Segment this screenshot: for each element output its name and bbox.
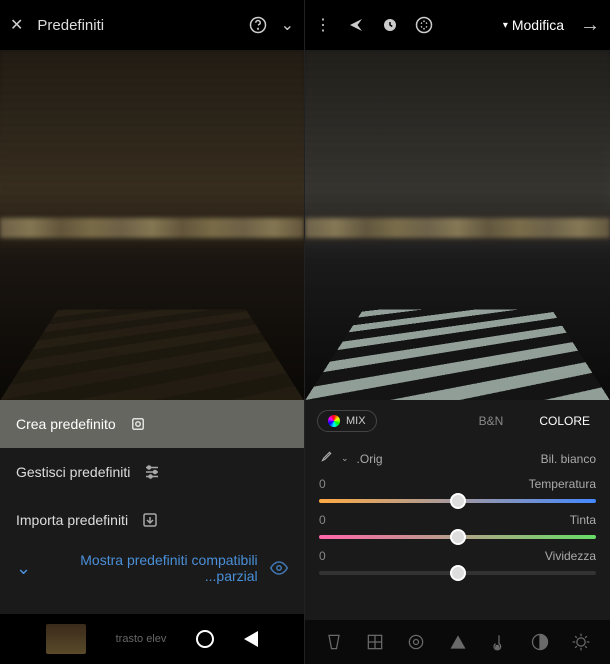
- edit-panel: → Modifica ▾ ⋮ COLORE B&N MIX Bil. b: [305, 0, 610, 664]
- color-tabs: COLORE B&N MIX: [305, 400, 610, 442]
- triangle-icon[interactable]: [447, 631, 469, 653]
- play-icon[interactable]: [244, 631, 258, 647]
- vividness-value: 0: [319, 549, 326, 563]
- temp-label: Temperatura: [529, 477, 596, 491]
- eye-icon: [270, 558, 288, 578]
- cloud-sync-icon[interactable]: [381, 16, 399, 34]
- slider-thumb[interactable]: [450, 565, 466, 581]
- mix-button[interactable]: MIX: [317, 410, 377, 432]
- mix-label: MIX: [346, 415, 366, 427]
- thumbnail-preview[interactable]: [46, 624, 86, 654]
- temperature-icon[interactable]: [488, 631, 510, 653]
- presets-panel: ⌄ Predefiniti ✕ Crea predefinito Gestisc…: [0, 0, 305, 664]
- slider-thumb[interactable]: [450, 529, 466, 545]
- vividness-label: Vividezza: [545, 549, 596, 563]
- temperature-slider[interactable]: [319, 499, 596, 503]
- create-preset-item[interactable]: Crea predefinito: [0, 400, 304, 448]
- preview-image-left: [0, 50, 304, 400]
- preview-image-right: [305, 50, 610, 400]
- presets-topbar: ⌄ Predefiniti ✕: [0, 0, 304, 50]
- import-presets-item[interactable]: Importa predefiniti: [0, 496, 304, 544]
- temperature-row: Temperatura 0: [319, 477, 596, 503]
- tab-bn[interactable]: B&N: [471, 410, 512, 432]
- exposure-icon[interactable]: [570, 631, 592, 653]
- premium-icon[interactable]: [415, 16, 433, 34]
- manage-presets-item[interactable]: Gestisci predefiniti: [0, 448, 304, 496]
- contrast-icon[interactable]: [529, 631, 551, 653]
- dropdown-caret-icon: ▾: [503, 20, 508, 31]
- chevron-down-icon: ⌄: [16, 558, 31, 579]
- vividness-row: Vividezza 0: [319, 549, 596, 575]
- wb-value[interactable]: Orig.: [357, 452, 383, 466]
- share-icon[interactable]: [347, 16, 365, 34]
- mode-label: Modifica: [512, 17, 564, 33]
- create-preset-label: Crea predefinito: [16, 416, 116, 432]
- slider-thumb[interactable]: [450, 493, 466, 509]
- tint-label: Tinta: [570, 513, 596, 527]
- wb-caret-icon: ⌄: [341, 453, 349, 464]
- import-presets-label: Importa predefiniti: [16, 512, 128, 528]
- perspective-icon[interactable]: [323, 631, 345, 653]
- edit-topbar: → Modifica ▾ ⋮: [305, 0, 610, 50]
- sliders-icon: [142, 462, 162, 482]
- tint-value: 0: [319, 513, 326, 527]
- wb-label: Bil. bianco: [541, 452, 596, 466]
- bottom-toolbar-left: trasto elev: [0, 614, 304, 664]
- bottom-text: trasto elev: [116, 633, 167, 645]
- temp-value: 0: [319, 477, 326, 491]
- vividness-slider[interactable]: [319, 571, 596, 575]
- chevron-down-icon[interactable]: ⌄: [281, 15, 294, 35]
- grid-icon[interactable]: [364, 631, 386, 653]
- edit-toolbar: [305, 620, 610, 664]
- mode-dropdown[interactable]: Modifica ▾: [503, 17, 564, 33]
- white-balance-row: Bil. bianco Orig. ⌄: [319, 450, 596, 467]
- presets-menu: Crea predefinito Gestisci predefiniti Im…: [0, 400, 304, 614]
- tint-slider[interactable]: [319, 535, 596, 539]
- import-icon: [140, 510, 160, 530]
- presets-title: Predefiniti: [37, 17, 104, 34]
- target-icon[interactable]: [405, 631, 427, 653]
- record-icon[interactable]: [196, 630, 214, 648]
- help-icon[interactable]: [249, 16, 267, 34]
- color-wheel-icon: [328, 415, 340, 427]
- manage-presets-label: Gestisci predefiniti: [16, 464, 130, 480]
- show-partial-label: Mostra predefiniti compatibili parzial..…: [43, 552, 258, 584]
- tab-colore[interactable]: COLORE: [531, 410, 598, 432]
- eyedropper-icon[interactable]: [319, 450, 333, 467]
- color-controls: Bil. bianco Orig. ⌄ Temperatura 0: [305, 442, 610, 620]
- more-icon[interactable]: ⋮: [315, 15, 331, 35]
- preset-create-icon: [128, 414, 148, 434]
- back-arrow-icon[interactable]: →: [580, 14, 600, 37]
- show-partial-presets-item[interactable]: Mostra predefiniti compatibili parzial..…: [0, 544, 304, 592]
- tint-row: Tinta 0: [319, 513, 596, 539]
- close-icon[interactable]: ✕: [10, 15, 23, 35]
